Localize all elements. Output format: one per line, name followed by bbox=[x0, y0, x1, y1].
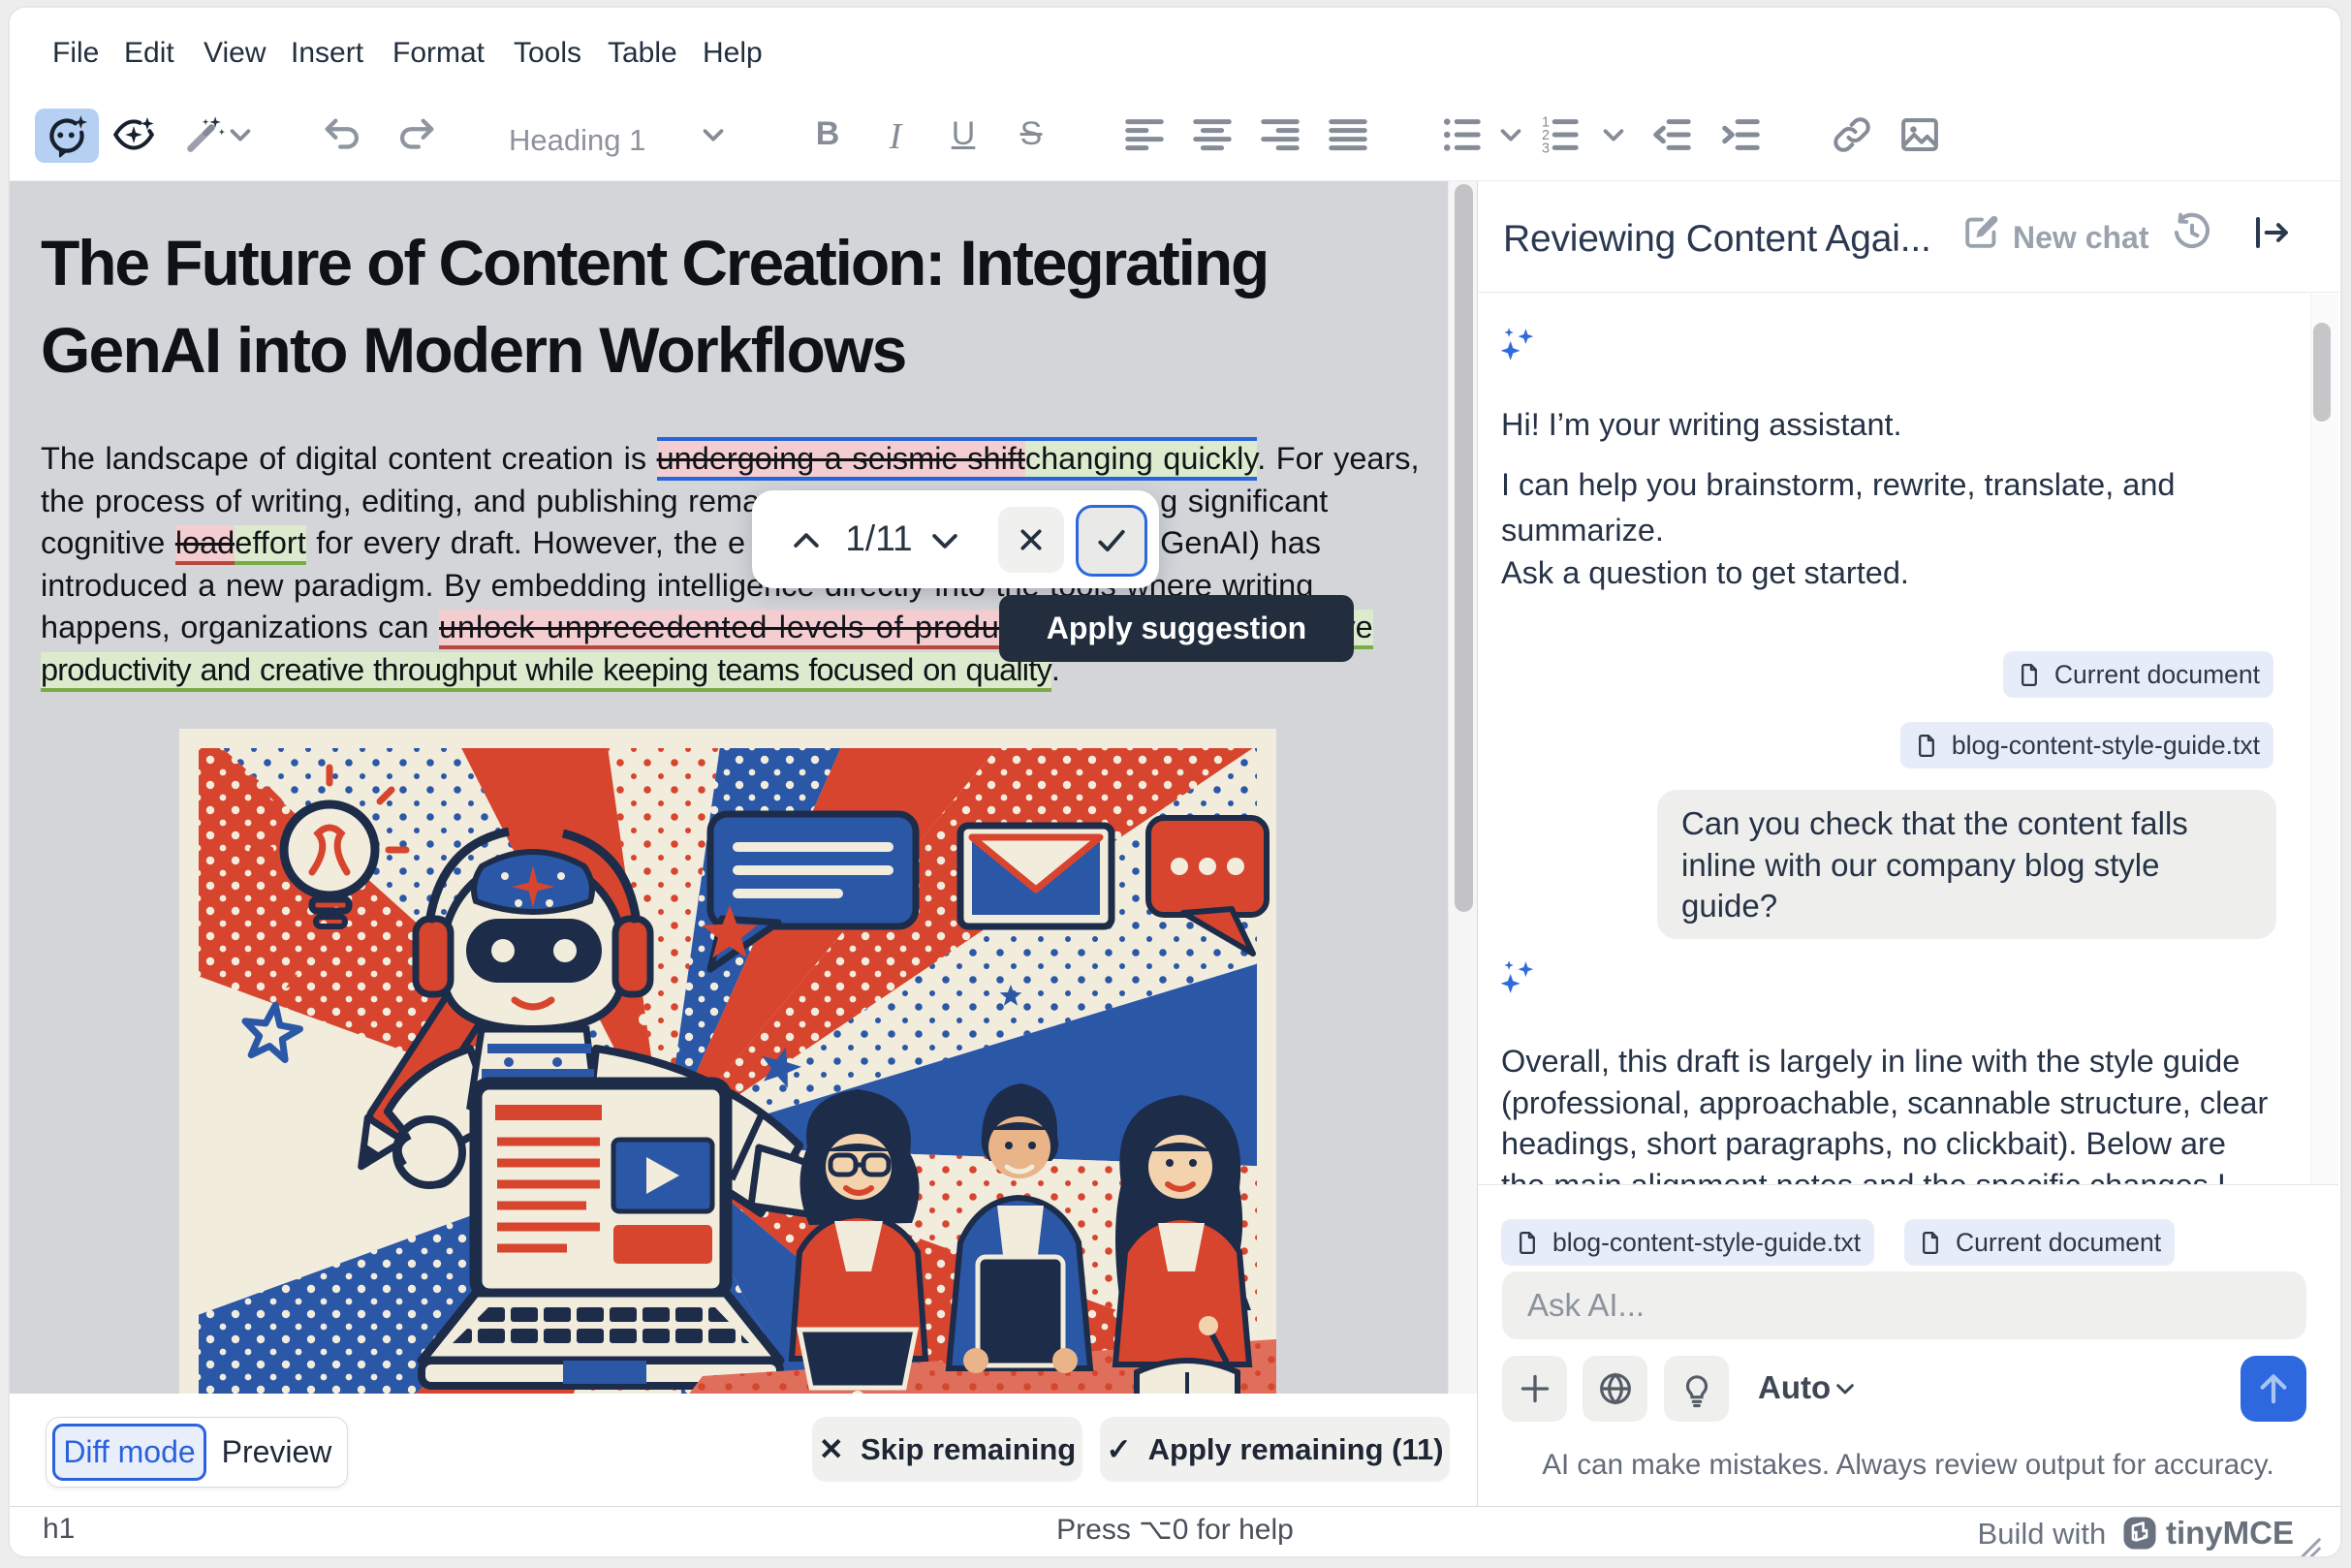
svg-text:3: 3 bbox=[1542, 141, 1550, 156]
